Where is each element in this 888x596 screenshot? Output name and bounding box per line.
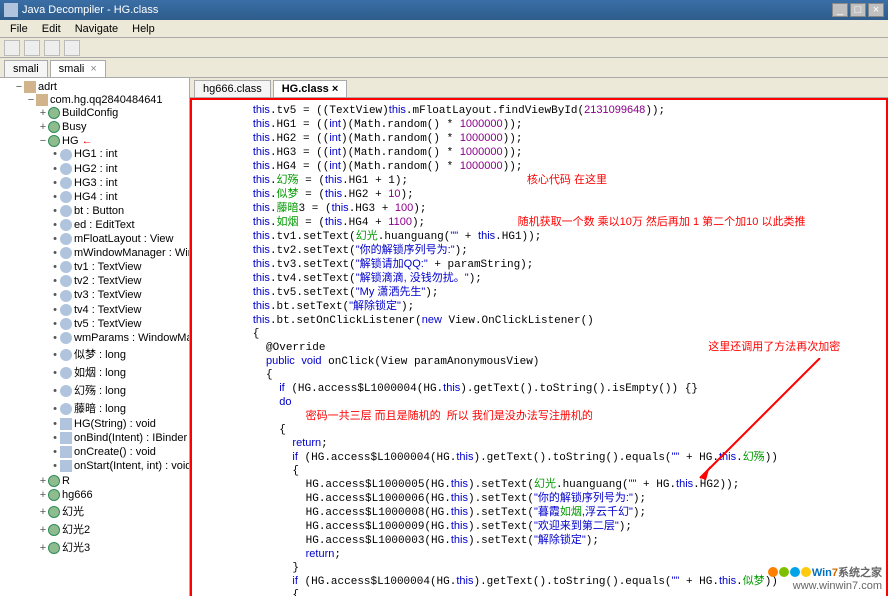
tree-member-7[interactable]: •mWindowManager : WindowManager	[50, 246, 187, 260]
tree-member-3[interactable]: •HG4 : int	[50, 190, 187, 204]
toolbar-open-icon[interactable]	[4, 40, 20, 56]
outer-tab-smali-2[interactable]: smali×	[50, 60, 106, 77]
menu-help[interactable]: Help	[126, 22, 161, 36]
inner-tab-hg666[interactable]: hg666.class	[194, 80, 271, 97]
tree-member-18[interactable]: •HG(String) : void	[50, 417, 187, 431]
tree-class-huanguang[interactable]: +幻光	[38, 502, 187, 520]
tree-member-21[interactable]: •onStart(Intent, int) : void	[50, 459, 187, 473]
tree-member-20[interactable]: •onCreate() : void	[50, 445, 187, 459]
close-tab-icon[interactable]: ×	[90, 63, 96, 75]
minimize-button[interactable]: _	[832, 3, 848, 17]
tree-member-4[interactable]: •bt : Button	[50, 204, 187, 218]
tree-class-hg666[interactable]: +hg666	[38, 488, 187, 502]
menu-file[interactable]: File	[4, 22, 34, 36]
tree-member-10[interactable]: •tv3 : TextView	[50, 288, 187, 302]
watermark: Win7系统之家 www.winwin7.com	[768, 563, 882, 592]
tree-member-12[interactable]: •tv5 : TextView	[50, 317, 187, 331]
tree-root-adrt[interactable]: −adrt −com.hg.qq2840484641 +BuildConfig …	[14, 80, 187, 558]
tree-pkg[interactable]: −com.hg.qq2840484641 +BuildConfig +Busy …	[26, 93, 187, 557]
inner-tab-hg[interactable]: HG.class ×	[273, 80, 348, 97]
inner-tabstrip: hg666.class HG.class ×	[190, 78, 888, 98]
tree-class-buildconfig[interactable]: +BuildConfig	[38, 106, 187, 120]
tree-member-15[interactable]: •如烟 : long	[50, 363, 187, 381]
annotation-arrow-1	[690, 358, 830, 498]
source-code-view[interactable]: this.tv5 = ((TextView)this.mFloatLayout.…	[190, 98, 888, 596]
tree-member-19[interactable]: •onBind(Intent) : IBinder	[50, 431, 187, 445]
menu-navigate[interactable]: Navigate	[69, 22, 124, 36]
toolbar-forward-icon[interactable]	[44, 40, 60, 56]
annotation-core-code: 核心代码 在这里	[527, 174, 607, 186]
toolbar-back-icon[interactable]	[24, 40, 40, 56]
tree-member-6[interactable]: •mFloatLayout : View	[50, 232, 187, 246]
tree-class-huanguang2[interactable]: +幻光2	[38, 520, 187, 538]
tree-member-0[interactable]: •HG1 : int	[50, 147, 187, 161]
tree-member-17[interactable]: •藤暗 : long	[50, 399, 187, 417]
tree-member-9[interactable]: •tv2 : TextView	[50, 274, 187, 288]
project-tree[interactable]: −adrt −com.hg.qq2840484641 +BuildConfig …	[0, 78, 190, 596]
tree-member-8[interactable]: •tv1 : TextView	[50, 260, 187, 274]
annotation-threelayer: 密码一共三层 而且是随机的 所以 我们是没办法写注册机的	[306, 410, 593, 422]
tree-member-13[interactable]: •wmParams : WindowManager.LayoutParams	[50, 331, 187, 345]
tree-class-busy[interactable]: +Busy	[38, 120, 187, 134]
tree-class-r[interactable]: +R	[38, 474, 187, 488]
window-titlebar: Java Decompiler - HG.class _ □ ×	[0, 0, 888, 20]
outer-tabstrip: smali smali×	[0, 58, 888, 78]
outer-tab-smali-1[interactable]: smali	[4, 60, 48, 77]
tree-member-1[interactable]: •HG2 : int	[50, 162, 187, 176]
maximize-button[interactable]: □	[850, 3, 866, 17]
tree-member-5[interactable]: •ed : EditText	[50, 218, 187, 232]
menubar: File Edit Navigate Help	[0, 20, 888, 38]
tree-member-14[interactable]: •似梦 : long	[50, 345, 187, 363]
app-icon	[4, 3, 18, 17]
window-title: Java Decompiler - HG.class	[22, 4, 832, 16]
tree-member-2[interactable]: •HG3 : int	[50, 176, 187, 190]
close-inner-tab-icon[interactable]: ×	[329, 83, 338, 95]
menu-edit[interactable]: Edit	[36, 22, 67, 36]
tree-class-hg[interactable]: −HG ← •HG1 : int•HG2 : int•HG3 : int•HG4…	[38, 134, 187, 474]
tree-member-16[interactable]: •幻殇 : long	[50, 381, 187, 399]
toolbar	[0, 38, 888, 58]
tree-member-11[interactable]: •tv4 : TextView	[50, 303, 187, 317]
toolbar-search-icon[interactable]	[64, 40, 80, 56]
close-button[interactable]: ×	[868, 3, 884, 17]
tree-arrow-annotation: ←	[82, 135, 93, 147]
watermark-url: www.winwin7.com	[793, 580, 882, 592]
annotation-callagain: 这里还调用了方法再次加密	[708, 341, 840, 353]
tree-class-huanguang3[interactable]: +幻光3	[38, 538, 187, 556]
annotation-random: 随机获取一个数 乘以10万 然后再加 1 第二个加10 以此类推	[518, 216, 806, 228]
